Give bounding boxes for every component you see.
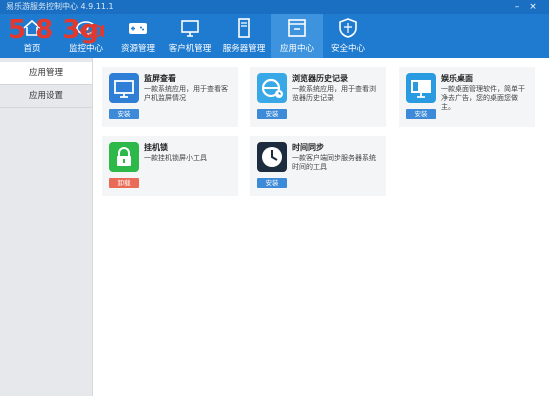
watermark-sub: com <box>84 28 99 36</box>
app-grid: 监屏查看 一款系统应用，用于查看客户机监屏情况 安装 浏览器历史记录 一款系统应… <box>93 58 549 396</box>
monitor-icon <box>109 73 139 103</box>
nav-server-management[interactable]: 服务器管理 <box>218 14 270 58</box>
sidebar-item-label: 应用管理 <box>28 68 63 78</box>
monitor-icon <box>179 17 201 39</box>
nav-security-center[interactable]: 安全中心 <box>322 14 374 58</box>
nav-label: 服务器管理 <box>222 44 266 54</box>
browser-history-icon <box>257 73 287 103</box>
app-description: 一款挂机锁屏小工具 <box>144 154 207 162</box>
sidebar-item-app-management[interactable]: 应用管理 <box>0 62 92 85</box>
nav-label: 客户机管理 <box>168 44 212 54</box>
clock-icon <box>257 142 287 172</box>
app-description: 一款客户端同步服务器系统时间的工具 <box>292 154 376 171</box>
gamepad-icon <box>127 17 149 39</box>
watermark-logo: 5 8 3go com <box>8 2 117 48</box>
nav-label: 安全中心 <box>330 44 365 54</box>
app-card-time-sync: 时间同步 一款客户端同步服务器系统时间的工具 安装 <box>250 136 386 196</box>
app-name: 时间同步 <box>292 143 324 152</box>
app-name: 浏览器历史记录 <box>292 74 348 83</box>
minimize-button[interactable]: – <box>512 2 522 12</box>
server-icon <box>233 17 255 39</box>
close-button[interactable]: × <box>528 2 538 12</box>
app-card-entertainment-desktop: 娱乐桌面 一款桌面管理软件，简单干净去广告，您的桌面您做主。 安装 <box>399 67 535 127</box>
shield-icon <box>337 17 359 39</box>
app-name: 挂机锁 <box>144 143 168 152</box>
nav-app-center[interactable]: 应用中心 <box>271 14 323 58</box>
install-button[interactable]: 安装 <box>257 178 287 188</box>
app-description: 一款桌面管理软件，简单干净去广告，您的桌面您做主。 <box>441 85 525 111</box>
nav-resource-management[interactable]: 资源管理 <box>112 14 164 58</box>
app-description: 一款系统应用，用于查看客户机监屏情况 <box>144 85 228 102</box>
app-card-browser-history: 浏览器历史记录 一款系统应用，用于查看浏览器历史记录 安装 <box>250 67 386 127</box>
install-button[interactable]: 安装 <box>257 109 287 119</box>
app-center-icon <box>286 17 308 39</box>
lock-icon <box>109 142 139 172</box>
sidebar: 应用管理 应用设置 <box>0 58 93 396</box>
nav-label: 应用中心 <box>279 44 314 54</box>
app-card-screen-view: 监屏查看 一款系统应用，用于查看客户机监屏情况 安装 <box>102 67 238 127</box>
nav-label: 资源管理 <box>120 44 155 54</box>
sidebar-item-label: 应用设置 <box>28 91 63 101</box>
uninstall-button[interactable]: 卸载 <box>109 178 139 188</box>
app-name: 监屏查看 <box>144 74 176 83</box>
app-description: 一款系统应用，用于查看浏览器历史记录 <box>292 85 376 102</box>
app-card-idle-lock: 挂机锁 一款挂机锁屏小工具 卸载 <box>102 136 238 196</box>
desktop-icon <box>406 73 436 103</box>
sidebar-item-app-settings[interactable]: 应用设置 <box>0 85 92 108</box>
app-name: 娱乐桌面 <box>441 74 473 83</box>
nav-client-management[interactable]: 客户机管理 <box>164 14 216 58</box>
install-button[interactable]: 安装 <box>109 109 139 119</box>
install-button[interactable]: 安装 <box>406 109 436 119</box>
